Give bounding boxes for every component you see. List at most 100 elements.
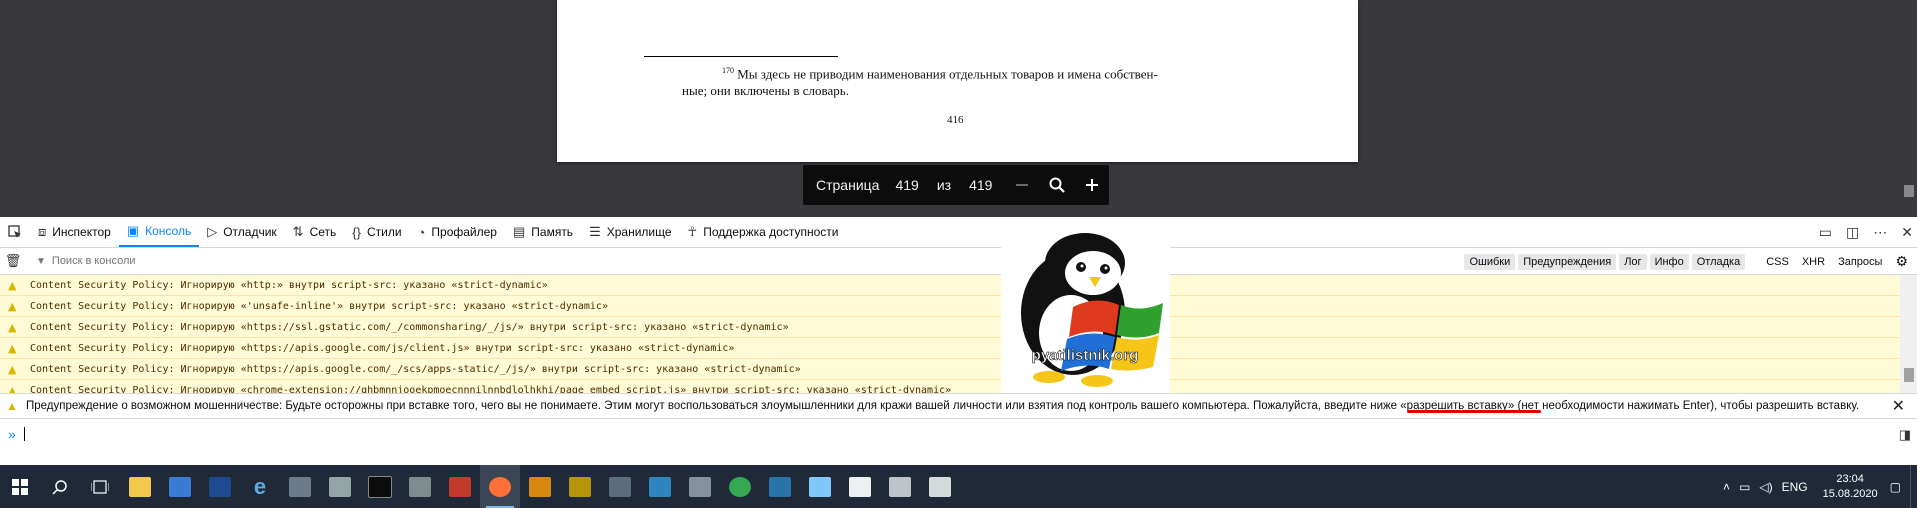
scrollbar-thumb[interactable]	[1904, 368, 1914, 382]
total-pages: 419	[969, 177, 993, 193]
console-warning-row: ▲ Content Security Policy: Игнорирую «htt…	[0, 275, 1917, 296]
warning-icon: ▲	[8, 299, 17, 313]
start-button[interactable]	[0, 465, 40, 508]
filter-xhr-button[interactable]: XHR	[1797, 254, 1830, 270]
taskbar-app-8[interactable]	[400, 465, 440, 508]
chevron-up-icon[interactable]: ˄	[1723, 480, 1730, 494]
pdf-scrollbar[interactable]	[1900, 0, 1917, 217]
prompt-chevron-icon: »	[8, 426, 16, 442]
network-icon: ⇅	[292, 224, 304, 239]
app-icon	[609, 476, 631, 497]
taskbar-app-cmd[interactable]	[360, 465, 400, 508]
tab-network[interactable]: ⇅ Сеть	[285, 217, 345, 247]
current-page-number[interactable]: 419	[895, 177, 918, 193]
console-scrollbar[interactable]	[1900, 275, 1917, 393]
filter-icon: ▼	[36, 255, 46, 267]
filter-info-button[interactable]: Инфо	[1649, 253, 1689, 270]
tab-accessibility[interactable]: ☥ Поддержка доступности	[680, 217, 847, 247]
taskbar-app-14[interactable]	[640, 465, 680, 508]
taskbar-app-18[interactable]	[800, 465, 840, 508]
language-indicator[interactable]: ENG	[1782, 480, 1808, 494]
close-icon[interactable]: ✕	[1892, 396, 1905, 416]
tab-inspector[interactable]: ⧈ Инспектор	[30, 217, 119, 247]
task-view-icon	[91, 479, 109, 494]
tab-storage[interactable]: ☰ Хранилище	[581, 217, 679, 247]
taskbar-app-17[interactable]	[760, 465, 800, 508]
filter-errors-button[interactable]: Ошибки	[1464, 253, 1516, 270]
penguin-windows-logo: pyatilistnik.org	[1001, 225, 1170, 393]
tab-debugger[interactable]: ▷ Отладчик	[199, 217, 284, 247]
tab-console[interactable]: ▣ Консоль	[118, 217, 200, 247]
speaker-icon[interactable]: ◁)	[1759, 480, 1772, 494]
style-editor-icon: {}	[352, 224, 361, 240]
zoom-out-button[interactable]	[1005, 165, 1040, 205]
tab-profiler[interactable]: ◔ Профайлер	[410, 217, 505, 247]
tab-memory[interactable]: ▤ Память	[505, 217, 581, 247]
split-console-icon[interactable]: ◨	[1899, 427, 1911, 443]
page-label: Страница	[816, 177, 880, 193]
taskbar-app-2[interactable]	[160, 465, 200, 508]
app-icon	[889, 476, 911, 497]
taskbar-app-13[interactable]	[600, 465, 640, 508]
taskbar-app-12[interactable]	[560, 465, 600, 508]
minus-icon	[1016, 184, 1028, 186]
filter-debug-button[interactable]: Отладка	[1691, 253, 1746, 270]
console-settings-icon[interactable]: ⚙	[1890, 251, 1913, 272]
taskbar-app-explorer[interactable]	[120, 465, 160, 508]
filter-requests-button[interactable]: Запросы	[1833, 254, 1887, 270]
devtools-toolbar: ⧈ Инспектор ▣ Консоль ▷ Отладчик ⇅ Сеть {} Ст…	[0, 217, 1917, 248]
taskbar-app-6[interactable]	[320, 465, 360, 508]
taskbar-app-11[interactable]	[520, 465, 560, 508]
taskbar-app-ie[interactable]: e	[240, 465, 280, 508]
chrome-icon	[729, 476, 751, 497]
firefox-icon	[489, 476, 511, 497]
profiler-icon: ◔	[417, 224, 426, 240]
logo-text: pyatilistnik.org	[1032, 347, 1139, 364]
taskbar-app-15[interactable]	[680, 465, 720, 508]
element-picker-button[interactable]	[0, 217, 30, 247]
footnote-text: 170 Мы здесь не приводим наименования от…	[682, 62, 1322, 99]
taskbar-app-20[interactable]	[880, 465, 920, 508]
taskbar-app-9[interactable]	[440, 465, 480, 508]
tab-style-editor[interactable]: {} Стили	[344, 217, 409, 247]
network-tray-icon[interactable]: ▭	[1739, 480, 1750, 494]
console-warning-row: ▲ Content Security Policy: Игнорирую «htt…	[0, 359, 1917, 380]
clock-date: 15.08.2020	[1822, 487, 1878, 500]
warning-icon: ▲	[6, 399, 18, 413]
search-button[interactable]	[40, 465, 80, 508]
taskbar-app-21[interactable]	[920, 465, 960, 508]
of-label: из	[936, 177, 952, 193]
clock[interactable]: 23:04 15.08.2020	[1823, 472, 1878, 502]
task-view-button[interactable]	[80, 465, 120, 508]
dock-icon[interactable]: ◫	[1846, 224, 1859, 241]
zoom-in-button[interactable]	[1074, 165, 1109, 205]
app-icon	[449, 476, 471, 497]
trash-icon[interactable]: 🗑	[0, 253, 26, 269]
pdf-viewer: 170 Мы здесь не приводим наименования от…	[0, 0, 1917, 217]
notification-icon[interactable]: ▢	[1890, 480, 1901, 494]
app-icon	[289, 476, 311, 497]
show-desktop-button[interactable]	[1910, 465, 1917, 508]
filter-css-button[interactable]: CSS	[1761, 254, 1794, 270]
console-input[interactable]: » ◨	[0, 419, 1917, 449]
taskbar-app-19[interactable]	[840, 465, 880, 508]
close-devtools-icon[interactable]: ✕	[1901, 224, 1913, 241]
inspector-icon: ⧈	[38, 224, 47, 239]
accessibility-icon: ☥	[687, 224, 698, 239]
taskbar-app-powershell[interactable]	[200, 465, 240, 508]
taskbar-app-chrome[interactable]	[720, 465, 760, 508]
taskbar-app-firefox[interactable]	[480, 465, 520, 508]
system-tray: ˄ ▭ ◁) ENG 23:04 15.08.2020 ▢	[1723, 465, 1917, 508]
console-filter-input[interactable]: Поиск в консоли	[52, 255, 136, 267]
filter-warnings-button[interactable]: Предупреждения	[1518, 253, 1617, 270]
picker-icon	[8, 225, 21, 238]
zoom-button[interactable]	[1039, 165, 1074, 205]
taskbar-app-5[interactable]	[280, 465, 320, 508]
scrollbar-thumb[interactable]	[1904, 185, 1914, 197]
filter-logs-button[interactable]: Лог	[1619, 253, 1647, 270]
more-options-icon[interactable]: ⋯	[1873, 224, 1887, 241]
devtools-window-controls: ▭ ◫ ⋯ ✕	[1819, 217, 1913, 247]
responsive-design-icon[interactable]: ▭	[1819, 224, 1832, 241]
terminal-icon	[368, 475, 392, 498]
app-icon	[849, 476, 871, 497]
